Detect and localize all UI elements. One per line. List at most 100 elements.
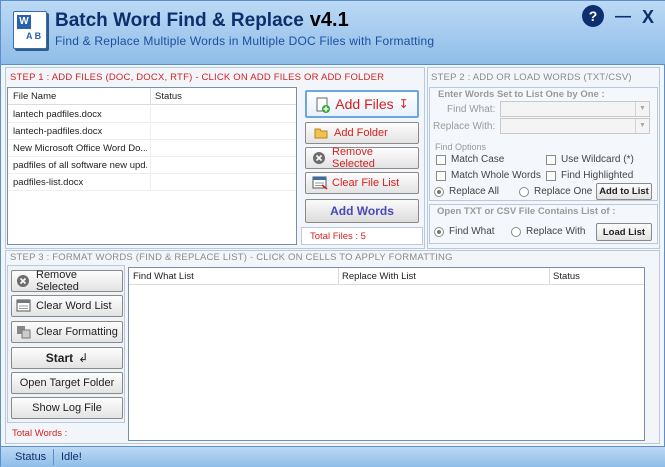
replace-with-radio-label: Replace With — [526, 226, 586, 237]
clear-file-list-label: Clear File List — [332, 177, 400, 189]
col-file-name[interactable]: File Name — [13, 91, 56, 102]
replace-all-label: Replace All — [449, 186, 500, 197]
app-logo-icon: W A B — [13, 11, 47, 49]
file-name: padfiles of all software new upd... — [13, 160, 147, 171]
total-files-box: Total Files : 5 — [301, 227, 423, 245]
col-find-what-list[interactable]: Find What List — [133, 271, 194, 282]
replace-one-label: Replace One — [534, 186, 593, 197]
column-divider — [549, 268, 550, 285]
status-divider — [53, 449, 54, 465]
file-name: lantech-padfiles.docx — [13, 126, 103, 137]
chevron-down-icon[interactable]: ▼ — [635, 102, 649, 116]
add-files-button[interactable]: Add Files ↧ — [305, 90, 419, 118]
remove-selected-label: Remove Selected — [332, 146, 375, 170]
file-row[interactable]: New Microsoft Office Word Do... — [8, 141, 296, 157]
step2-title: STEP 2 : ADD OR LOAD WORDS (TXT/CSV) — [431, 72, 632, 83]
show-log-file-button[interactable]: Show Log File — [11, 397, 123, 419]
find-highlighted-label: Find Highlighted — [561, 170, 634, 181]
find-highlighted-checkbox[interactable] — [546, 171, 556, 181]
app-title: Batch Word Find & Replace v4.1 — [55, 9, 349, 32]
clear-formatting-label: Clear Formatting — [36, 326, 118, 338]
col-replace-with-list[interactable]: Replace With List — [342, 271, 416, 282]
replace-one-radio[interactable] — [519, 187, 529, 197]
find-what-radio-label: Find What — [449, 226, 495, 237]
file-row[interactable]: lantech padfiles.docx — [8, 107, 296, 123]
file-row[interactable]: padfiles-list.docx — [8, 175, 296, 191]
total-words-text: Total Words : — [12, 428, 68, 439]
total-files-text: Total Files : 5 — [310, 231, 366, 242]
match-whole-words-checkbox[interactable] — [436, 171, 446, 181]
app-subtitle: Find & Replace Multiple Words in Multipl… — [55, 34, 435, 48]
replace-all-radio[interactable] — [434, 187, 444, 197]
col-status[interactable]: Status — [553, 271, 580, 282]
find-options-label: Find Options — [435, 142, 487, 152]
clear-word-list-label: Clear Word List — [36, 300, 112, 312]
status-label: Status — [15, 451, 47, 463]
add-files-label: Add Files — [335, 96, 394, 112]
help-button[interactable]: ? — [582, 5, 604, 27]
file-name: New Microsoft Office Word Do... — [13, 143, 147, 154]
clear-word-list-button[interactable]: Clear Word List — [11, 295, 123, 317]
file-list[interactable]: File Name Status lantech padfiles.docx l… — [7, 87, 297, 245]
file-list-header: File Name Status — [8, 88, 296, 105]
chevron-down-icon[interactable]: ▼ — [635, 119, 649, 133]
close-button[interactable]: X — [639, 7, 657, 27]
load-list-button[interactable]: Load List — [596, 223, 652, 241]
column-divider — [150, 175, 151, 191]
words-table-header: Find What List Replace With List Status — [129, 268, 644, 285]
step1-title: STEP 1 : ADD FILES (DOC, DOCX, RTF) - CL… — [10, 72, 385, 83]
replace-with-label: Replace With: — [433, 121, 496, 132]
remove-selected-words-label: Remove Selected — [36, 269, 79, 293]
replace-with-input[interactable]: ▼ — [500, 118, 650, 134]
use-wildcard-checkbox[interactable] — [546, 155, 556, 165]
column-divider — [150, 158, 151, 174]
add-to-list-button[interactable]: Add to List — [596, 183, 652, 200]
add-words-button[interactable]: Add Words — [305, 199, 419, 223]
remove-selected-words-button[interactable]: Remove Selected — [11, 269, 123, 293]
col-status[interactable]: Status — [155, 91, 182, 102]
status-bar: Status Idle! — [1, 446, 665, 467]
app-version: v4.1 — [309, 9, 349, 31]
add-folder-button[interactable]: Add Folder — [305, 122, 419, 144]
match-case-checkbox[interactable] — [436, 155, 446, 165]
find-what-radio[interactable] — [434, 227, 444, 237]
app-title-text: Batch Word Find & Replace — [55, 10, 304, 31]
column-divider — [150, 124, 151, 140]
add-file-icon — [315, 97, 331, 113]
column-divider — [150, 88, 151, 105]
find-what-label: Find What: — [447, 104, 496, 115]
remove-selected-files-button[interactable]: Remove Selected — [305, 146, 419, 170]
load-list-title: Open TXT or CSV File Contains List of : — [437, 206, 616, 217]
column-divider — [338, 268, 339, 285]
file-row[interactable]: lantech-padfiles.docx — [8, 124, 296, 140]
status-value: Idle! — [61, 451, 82, 463]
file-name: lantech padfiles.docx — [13, 109, 102, 120]
step3-title: STEP 3 : FORMAT WORDS (FIND & REPLACE LI… — [10, 252, 453, 263]
column-divider — [150, 141, 151, 157]
clear-list-icon — [312, 176, 328, 190]
clear-formatting-icon — [16, 325, 31, 339]
logo-ab: A B — [26, 31, 42, 41]
total-words-box: Total Words : — [7, 424, 125, 442]
open-target-folder-button[interactable]: Open Target Folder — [11, 372, 123, 394]
add-files-arrow-icon: ↧ — [398, 97, 409, 111]
clear-file-list-button[interactable]: Clear File List — [305, 172, 419, 194]
app-window: W A B Batch Word Find & Replace v4.1 Find… — [0, 0, 665, 467]
remove-icon — [16, 274, 30, 288]
title-bar: W A B Batch Word Find & Replace v4.1 Find… — [1, 1, 665, 65]
replace-with-radio[interactable] — [511, 227, 521, 237]
clear-list-icon — [16, 299, 31, 313]
find-what-input[interactable]: ▼ — [500, 101, 650, 117]
column-divider — [150, 107, 151, 123]
clear-formatting-button[interactable]: Clear Formatting — [11, 321, 123, 343]
match-whole-words-label: Match Whole Words — [451, 170, 541, 181]
folder-icon — [314, 126, 328, 140]
start-label: Start — [45, 351, 74, 365]
words-table[interactable]: Find What List Replace With List Status — [128, 267, 645, 441]
start-button[interactable]: Start ↲ — [11, 347, 123, 369]
remove-icon — [312, 151, 326, 165]
minimize-button[interactable]: — — [615, 7, 631, 27]
logo-letter: W — [17, 15, 31, 29]
file-row[interactable]: padfiles of all software new upd... — [8, 158, 296, 174]
match-case-label: Match Case — [451, 154, 505, 165]
